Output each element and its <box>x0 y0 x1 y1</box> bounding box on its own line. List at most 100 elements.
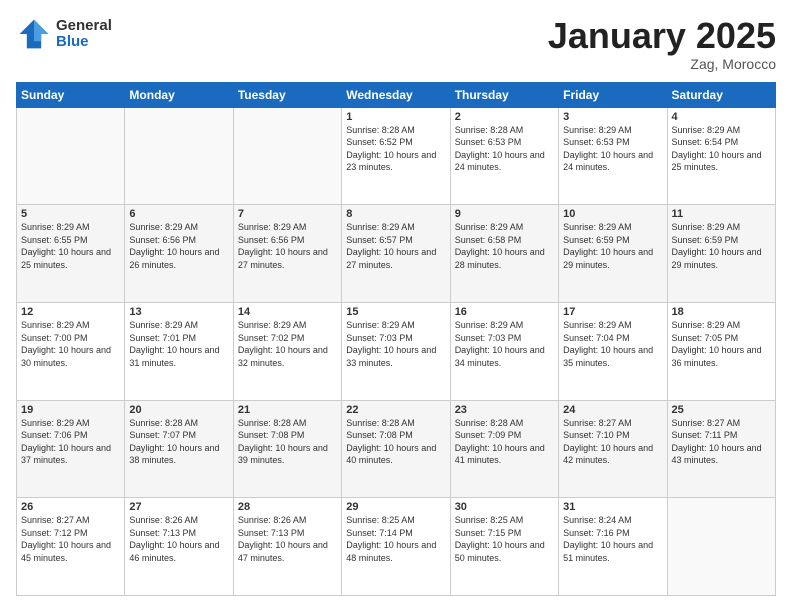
weekday-header-row: SundayMondayTuesdayWednesdayThursdayFrid… <box>17 82 776 107</box>
calendar-cell: 7Sunrise: 8:29 AM Sunset: 6:56 PM Daylig… <box>233 205 341 303</box>
day-info: Sunrise: 8:29 AM Sunset: 7:03 PM Dayligh… <box>455 319 554 369</box>
day-info: Sunrise: 8:29 AM Sunset: 6:59 PM Dayligh… <box>563 221 662 271</box>
calendar-cell: 18Sunrise: 8:29 AM Sunset: 7:05 PM Dayli… <box>667 302 775 400</box>
calendar-cell: 11Sunrise: 8:29 AM Sunset: 6:59 PM Dayli… <box>667 205 775 303</box>
calendar-cell: 1Sunrise: 8:28 AM Sunset: 6:52 PM Daylig… <box>342 107 450 205</box>
calendar-cell: 3Sunrise: 8:29 AM Sunset: 6:53 PM Daylig… <box>559 107 667 205</box>
weekday-header-friday: Friday <box>559 82 667 107</box>
day-info: Sunrise: 8:28 AM Sunset: 6:52 PM Dayligh… <box>346 124 445 174</box>
calendar-cell: 2Sunrise: 8:28 AM Sunset: 6:53 PM Daylig… <box>450 107 558 205</box>
day-info: Sunrise: 8:26 AM Sunset: 7:13 PM Dayligh… <box>238 514 337 564</box>
day-info: Sunrise: 8:29 AM Sunset: 7:02 PM Dayligh… <box>238 319 337 369</box>
day-number: 4 <box>672 111 771 123</box>
day-number: 27 <box>129 501 228 513</box>
weekday-header-tuesday: Tuesday <box>233 82 341 107</box>
day-number: 5 <box>21 208 120 220</box>
day-number: 21 <box>238 404 337 416</box>
calendar-cell: 16Sunrise: 8:29 AM Sunset: 7:03 PM Dayli… <box>450 302 558 400</box>
day-number: 8 <box>346 208 445 220</box>
calendar-cell: 12Sunrise: 8:29 AM Sunset: 7:00 PM Dayli… <box>17 302 125 400</box>
calendar-cell: 31Sunrise: 8:24 AM Sunset: 7:16 PM Dayli… <box>559 498 667 596</box>
day-info: Sunrise: 8:29 AM Sunset: 7:00 PM Dayligh… <box>21 319 120 369</box>
calendar-cell: 17Sunrise: 8:29 AM Sunset: 7:04 PM Dayli… <box>559 302 667 400</box>
calendar-cell: 27Sunrise: 8:26 AM Sunset: 7:13 PM Dayli… <box>125 498 233 596</box>
day-number: 7 <box>238 208 337 220</box>
day-number: 3 <box>563 111 662 123</box>
calendar-cell: 6Sunrise: 8:29 AM Sunset: 6:56 PM Daylig… <box>125 205 233 303</box>
day-number: 24 <box>563 404 662 416</box>
day-number: 25 <box>672 404 771 416</box>
day-number: 9 <box>455 208 554 220</box>
calendar-cell: 23Sunrise: 8:28 AM Sunset: 7:09 PM Dayli… <box>450 400 558 498</box>
location: Zag, Morocco <box>548 56 776 72</box>
calendar-cell: 21Sunrise: 8:28 AM Sunset: 7:08 PM Dayli… <box>233 400 341 498</box>
calendar-cell: 14Sunrise: 8:29 AM Sunset: 7:02 PM Dayli… <box>233 302 341 400</box>
day-info: Sunrise: 8:29 AM Sunset: 7:05 PM Dayligh… <box>672 319 771 369</box>
day-number: 28 <box>238 501 337 513</box>
day-info: Sunrise: 8:29 AM Sunset: 6:58 PM Dayligh… <box>455 221 554 271</box>
calendar-cell: 9Sunrise: 8:29 AM Sunset: 6:58 PM Daylig… <box>450 205 558 303</box>
day-number: 23 <box>455 404 554 416</box>
calendar-cell: 28Sunrise: 8:26 AM Sunset: 7:13 PM Dayli… <box>233 498 341 596</box>
weekday-header-saturday: Saturday <box>667 82 775 107</box>
day-number: 14 <box>238 306 337 318</box>
day-info: Sunrise: 8:25 AM Sunset: 7:14 PM Dayligh… <box>346 514 445 564</box>
weekday-header-thursday: Thursday <box>450 82 558 107</box>
weekday-header-monday: Monday <box>125 82 233 107</box>
day-info: Sunrise: 8:29 AM Sunset: 6:56 PM Dayligh… <box>129 221 228 271</box>
calendar-cell <box>125 107 233 205</box>
title-block: January 2025 Zag, Morocco <box>548 16 776 72</box>
day-number: 18 <box>672 306 771 318</box>
day-info: Sunrise: 8:29 AM Sunset: 7:04 PM Dayligh… <box>563 319 662 369</box>
day-info: Sunrise: 8:29 AM Sunset: 7:06 PM Dayligh… <box>21 417 120 467</box>
day-info: Sunrise: 8:28 AM Sunset: 7:07 PM Dayligh… <box>129 417 228 467</box>
day-info: Sunrise: 8:29 AM Sunset: 6:57 PM Dayligh… <box>346 221 445 271</box>
day-number: 17 <box>563 306 662 318</box>
day-info: Sunrise: 8:29 AM Sunset: 7:03 PM Dayligh… <box>346 319 445 369</box>
logo-general: General <box>56 18 112 35</box>
logo-icon <box>16 16 52 52</box>
day-number: 19 <box>21 404 120 416</box>
calendar-cell: 5Sunrise: 8:29 AM Sunset: 6:55 PM Daylig… <box>17 205 125 303</box>
day-info: Sunrise: 8:28 AM Sunset: 7:09 PM Dayligh… <box>455 417 554 467</box>
week-row-1: 1Sunrise: 8:28 AM Sunset: 6:52 PM Daylig… <box>17 107 776 205</box>
calendar-cell <box>233 107 341 205</box>
day-number: 11 <box>672 208 771 220</box>
week-row-5: 26Sunrise: 8:27 AM Sunset: 7:12 PM Dayli… <box>17 498 776 596</box>
day-info: Sunrise: 8:29 AM Sunset: 6:55 PM Dayligh… <box>21 221 120 271</box>
calendar-cell: 13Sunrise: 8:29 AM Sunset: 7:01 PM Dayli… <box>125 302 233 400</box>
day-info: Sunrise: 8:27 AM Sunset: 7:12 PM Dayligh… <box>21 514 120 564</box>
calendar-table: SundayMondayTuesdayWednesdayThursdayFrid… <box>16 82 776 596</box>
calendar-cell: 25Sunrise: 8:27 AM Sunset: 7:11 PM Dayli… <box>667 400 775 498</box>
logo: General Blue <box>16 16 112 52</box>
day-number: 29 <box>346 501 445 513</box>
day-number: 26 <box>21 501 120 513</box>
page: General Blue January 2025 Zag, Morocco S… <box>0 0 792 612</box>
calendar-cell <box>667 498 775 596</box>
day-info: Sunrise: 8:29 AM Sunset: 6:56 PM Dayligh… <box>238 221 337 271</box>
week-row-2: 5Sunrise: 8:29 AM Sunset: 6:55 PM Daylig… <box>17 205 776 303</box>
logo-blue: Blue <box>56 34 112 51</box>
day-info: Sunrise: 8:27 AM Sunset: 7:10 PM Dayligh… <box>563 417 662 467</box>
day-number: 16 <box>455 306 554 318</box>
day-info: Sunrise: 8:28 AM Sunset: 7:08 PM Dayligh… <box>346 417 445 467</box>
calendar-cell: 24Sunrise: 8:27 AM Sunset: 7:10 PM Dayli… <box>559 400 667 498</box>
calendar-cell: 22Sunrise: 8:28 AM Sunset: 7:08 PM Dayli… <box>342 400 450 498</box>
week-row-4: 19Sunrise: 8:29 AM Sunset: 7:06 PM Dayli… <box>17 400 776 498</box>
day-number: 12 <box>21 306 120 318</box>
logo-text: General Blue <box>56 18 112 51</box>
day-info: Sunrise: 8:27 AM Sunset: 7:11 PM Dayligh… <box>672 417 771 467</box>
day-number: 15 <box>346 306 445 318</box>
day-number: 31 <box>563 501 662 513</box>
calendar-cell: 20Sunrise: 8:28 AM Sunset: 7:07 PM Dayli… <box>125 400 233 498</box>
day-number: 6 <box>129 208 228 220</box>
day-info: Sunrise: 8:26 AM Sunset: 7:13 PM Dayligh… <box>129 514 228 564</box>
day-info: Sunrise: 8:29 AM Sunset: 6:53 PM Dayligh… <box>563 124 662 174</box>
day-number: 1 <box>346 111 445 123</box>
weekday-header-wednesday: Wednesday <box>342 82 450 107</box>
calendar-cell: 8Sunrise: 8:29 AM Sunset: 6:57 PM Daylig… <box>342 205 450 303</box>
weekday-header-sunday: Sunday <box>17 82 125 107</box>
calendar-cell: 19Sunrise: 8:29 AM Sunset: 7:06 PM Dayli… <box>17 400 125 498</box>
month-title: January 2025 <box>548 16 776 56</box>
calendar-cell <box>17 107 125 205</box>
